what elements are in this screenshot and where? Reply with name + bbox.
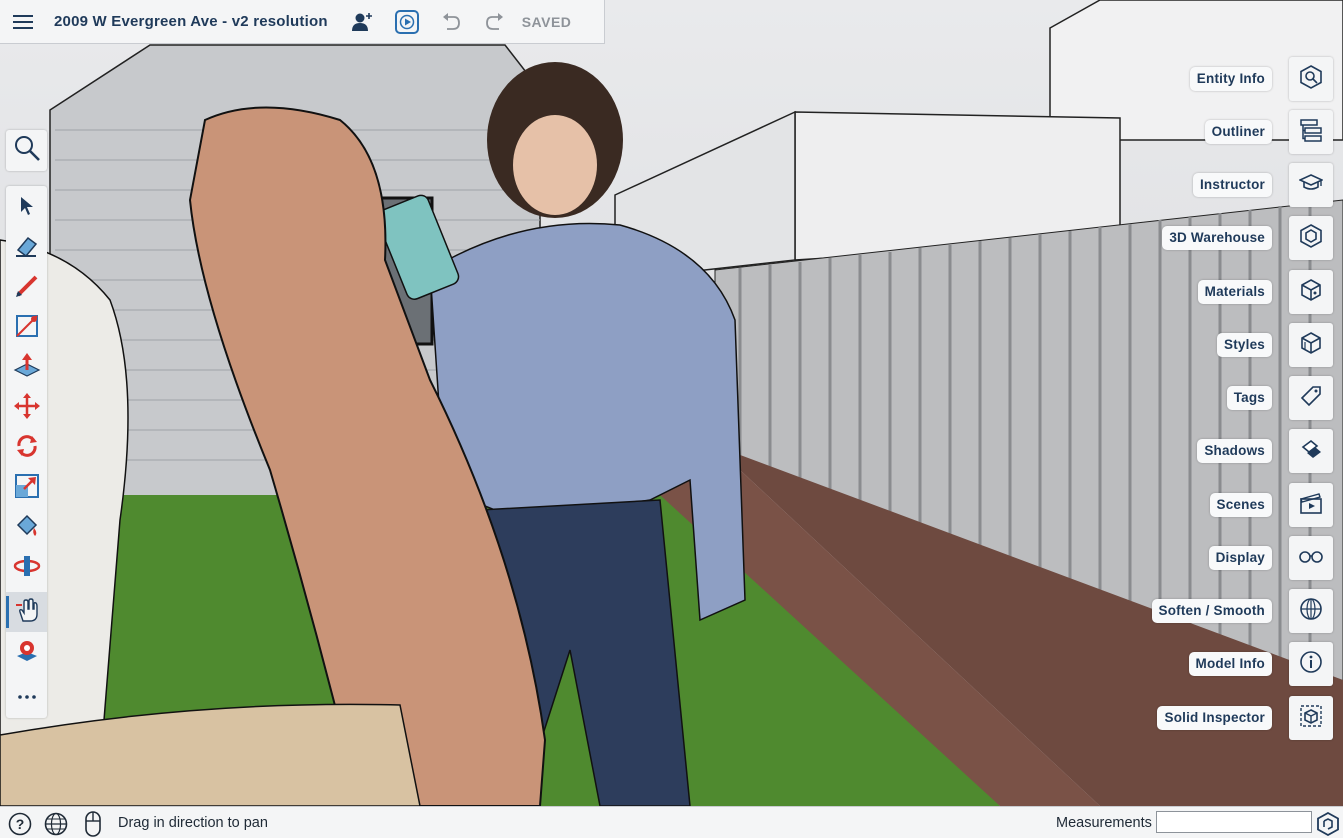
undo-icon[interactable] bbox=[434, 0, 468, 44]
position-camera-icon bbox=[14, 639, 40, 670]
scenes-button[interactable] bbox=[1289, 483, 1333, 527]
soften-sphere-icon bbox=[1299, 597, 1323, 626]
help-icon[interactable]: ? bbox=[8, 812, 32, 836]
move-tool[interactable] bbox=[6, 388, 47, 428]
entity-info-icon bbox=[1299, 64, 1323, 94]
panel-label-3d-warehouse[interactable]: 3D Warehouse bbox=[1162, 226, 1272, 250]
panel-label-shadows[interactable]: Shadows bbox=[1197, 439, 1272, 463]
panel-label-scenes[interactable]: Scenes bbox=[1209, 493, 1272, 517]
instructor-button[interactable] bbox=[1289, 163, 1333, 207]
globe-icon[interactable] bbox=[44, 812, 68, 836]
rotate-tool[interactable] bbox=[6, 428, 47, 468]
measurements-label: Measurements bbox=[1056, 815, 1152, 831]
panel-label-entity-info[interactable]: Entity Info bbox=[1189, 67, 1272, 91]
tag-icon bbox=[1299, 384, 1323, 413]
scale-tool[interactable] bbox=[6, 468, 47, 508]
panel-label-tags[interactable]: Tags bbox=[1226, 386, 1272, 410]
eraser-icon bbox=[14, 234, 40, 263]
shape-tool[interactable] bbox=[6, 308, 47, 348]
status-bar: ? Drag in direction to pan Measurements bbox=[0, 806, 1343, 838]
paint-bucket-icon bbox=[14, 513, 40, 544]
clapperboard-icon bbox=[1299, 491, 1323, 520]
panel-label-soften-smooth[interactable]: Soften / Smooth bbox=[1151, 599, 1272, 623]
search-tool-button[interactable] bbox=[6, 130, 47, 171]
rotate-icon bbox=[14, 433, 40, 464]
rectangle-icon bbox=[14, 313, 40, 344]
solid-inspector-icon bbox=[1299, 704, 1323, 733]
orbit-icon bbox=[13, 554, 41, 583]
more-tools-button[interactable] bbox=[6, 676, 47, 716]
save-status: SAVED bbox=[521, 13, 572, 30]
solid-inspector-button[interactable] bbox=[1289, 696, 1333, 740]
pencil-tool[interactable] bbox=[6, 268, 47, 308]
mouse-icon bbox=[81, 811, 105, 837]
materials-cube-icon bbox=[1299, 278, 1323, 307]
redo-icon[interactable] bbox=[478, 0, 512, 44]
panel-label-materials[interactable]: Materials bbox=[1197, 280, 1272, 304]
glasses-icon bbox=[1298, 549, 1324, 568]
panel-label-solid-inspector[interactable]: Solid Inspector bbox=[1157, 706, 1272, 730]
hamburger-icon[interactable] bbox=[0, 0, 46, 44]
move-icon bbox=[13, 392, 40, 424]
sketchup-logo-icon[interactable] bbox=[1316, 812, 1340, 836]
play-icon[interactable] bbox=[390, 0, 424, 44]
push-pull-icon bbox=[13, 352, 41, 385]
top-bar: 2009 W Evergreen Ave - v2 resolution SAV… bbox=[0, 0, 605, 44]
paint-bucket-tool[interactable] bbox=[6, 508, 47, 548]
display-button[interactable] bbox=[1289, 536, 1333, 580]
graduation-cap-icon bbox=[1298, 173, 1324, 198]
scene-render bbox=[0, 0, 1343, 806]
shadows-button[interactable] bbox=[1289, 429, 1333, 473]
info-icon bbox=[1299, 650, 1323, 679]
materials-button[interactable] bbox=[1289, 270, 1333, 314]
styles-cube-icon bbox=[1299, 331, 1323, 360]
shadow-icon bbox=[1299, 437, 1323, 466]
outliner-button[interactable] bbox=[1289, 110, 1333, 154]
scale-icon bbox=[14, 473, 40, 504]
more-dots-icon bbox=[17, 687, 37, 705]
measurements-input[interactable] bbox=[1156, 811, 1312, 833]
3d-viewport[interactable] bbox=[0, 0, 1343, 806]
svg-text:?: ? bbox=[16, 816, 25, 832]
panel-label-instructor[interactable]: Instructor bbox=[1192, 173, 1272, 197]
3d-warehouse-button[interactable] bbox=[1289, 216, 1333, 260]
entity-info-button[interactable] bbox=[1289, 57, 1333, 101]
pan-hand-icon bbox=[14, 597, 40, 628]
model-title[interactable]: 2009 W Evergreen Ave - v2 resolution bbox=[54, 13, 328, 30]
styles-button[interactable] bbox=[1289, 323, 1333, 367]
pencil-icon bbox=[14, 273, 40, 304]
arrow-cursor-icon bbox=[19, 196, 35, 221]
panel-label-outliner[interactable]: Outliner bbox=[1204, 120, 1272, 144]
warehouse-icon bbox=[1299, 223, 1323, 253]
search-icon bbox=[13, 134, 41, 167]
panel-label-styles[interactable]: Styles bbox=[1217, 333, 1272, 357]
left-toolbar bbox=[6, 186, 47, 718]
panel-label-model-info[interactable]: Model Info bbox=[1188, 652, 1272, 676]
select-tool[interactable] bbox=[6, 188, 47, 228]
model-info-button[interactable] bbox=[1289, 642, 1333, 686]
outliner-icon bbox=[1299, 118, 1323, 147]
push-pull-tool[interactable] bbox=[6, 348, 47, 388]
status-hint-text: Drag in direction to pan bbox=[118, 815, 268, 831]
eraser-tool[interactable] bbox=[6, 228, 47, 268]
soften-smooth-button[interactable] bbox=[1289, 589, 1333, 633]
add-user-icon[interactable] bbox=[346, 0, 380, 44]
position-camera-tool[interactable] bbox=[6, 634, 47, 674]
orbit-tool[interactable] bbox=[6, 548, 47, 588]
panel-label-display[interactable]: Display bbox=[1208, 546, 1272, 570]
tags-button[interactable] bbox=[1289, 376, 1333, 420]
pan-tool[interactable] bbox=[6, 592, 47, 632]
